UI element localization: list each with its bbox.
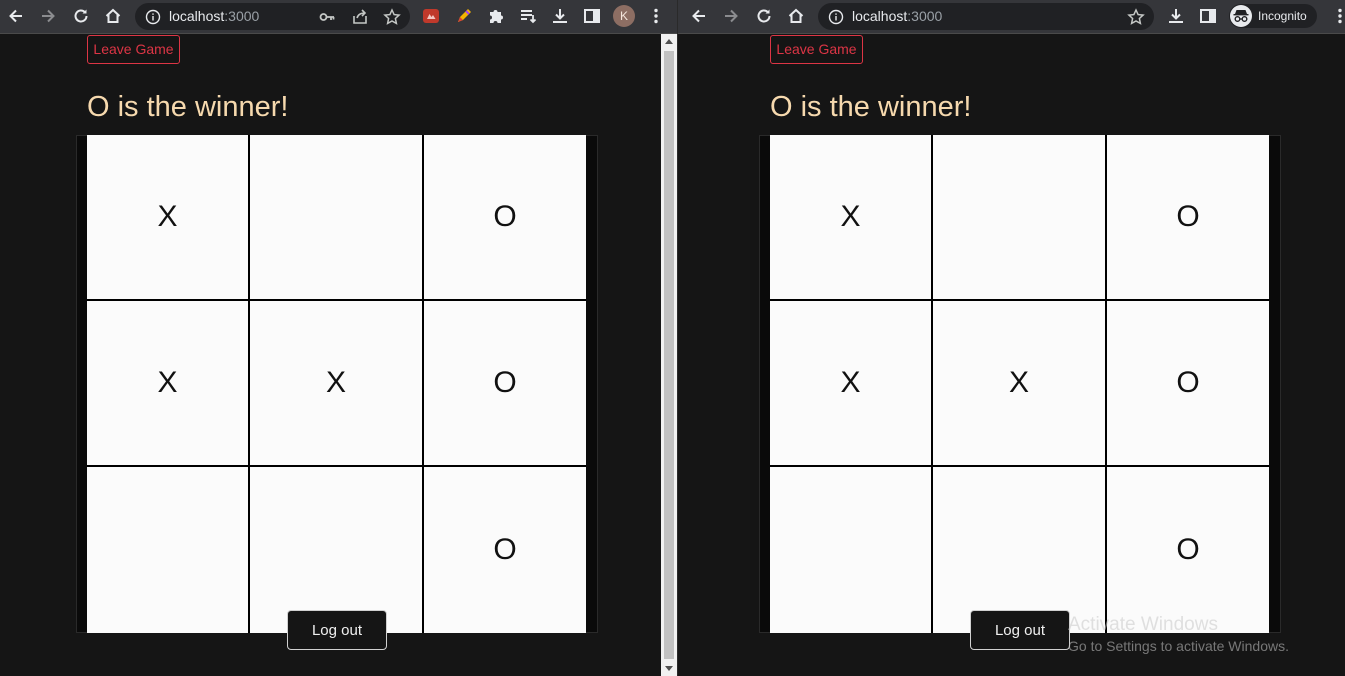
board-cell[interactable]: X (87, 135, 250, 301)
leave-game-button[interactable]: Leave Game (770, 35, 863, 64)
reload-icon[interactable] (71, 6, 91, 26)
board-cell[interactable] (770, 467, 933, 633)
home-icon[interactable] (103, 6, 123, 26)
browser-window-right: localhost:3000 Incognito Leave Game O is… (678, 0, 1345, 676)
share-icon[interactable] (351, 8, 369, 26)
url-port: :3000 (224, 8, 260, 24)
back-icon[interactable] (689, 6, 709, 26)
browser-toolbar: localhost:3000 K (0, 0, 677, 34)
menu-kebab-icon[interactable] (646, 6, 666, 26)
board-cell[interactable]: O (1107, 301, 1269, 467)
browser-toolbar: localhost:3000 Incognito (678, 0, 1345, 34)
board-cell[interactable]: O (1107, 467, 1269, 633)
watermark-subtitle: Go to Settings to activate Windows. (1068, 638, 1289, 654)
key-icon[interactable] (318, 8, 336, 26)
address-url: localhost:3000 (169, 9, 259, 24)
profile-avatar[interactable]: K (613, 5, 635, 27)
watermark-title: Activate Windows (1068, 614, 1218, 635)
forward-icon[interactable] (38, 6, 58, 26)
back-icon[interactable] (6, 6, 26, 26)
download-icon[interactable] (1166, 6, 1186, 26)
logout-button[interactable]: Log out (287, 610, 387, 650)
download-icon[interactable] (550, 6, 570, 26)
extension-pen-icon[interactable] (454, 6, 474, 26)
board-cell[interactable] (250, 467, 424, 633)
incognito-indicator[interactable]: Incognito (1229, 4, 1317, 28)
board-cell[interactable]: X (933, 301, 1107, 467)
incognito-label: Incognito (1258, 9, 1307, 23)
forward-icon[interactable] (721, 6, 741, 26)
vertical-scrollbar[interactable] (661, 34, 677, 676)
side-panel-icon[interactable] (1198, 6, 1218, 26)
logout-button[interactable]: Log out (970, 610, 1070, 650)
board-cell[interactable] (933, 467, 1107, 633)
url-host: localhost (169, 8, 225, 24)
game-status: O is the winner! (770, 91, 972, 123)
board-cell[interactable]: X (770, 301, 933, 467)
scroll-down-arrow-icon[interactable] (665, 666, 673, 671)
bookmark-star-icon[interactable] (383, 8, 401, 26)
board-cell[interactable]: X (250, 301, 424, 467)
reload-icon[interactable] (754, 6, 774, 26)
game-board: X O X X O O (87, 135, 586, 633)
address-bar[interactable]: localhost:3000 (135, 3, 410, 30)
game-status: O is the winner! (87, 91, 289, 123)
board-cell[interactable] (933, 135, 1107, 301)
url-host: localhost (852, 8, 908, 24)
page-content: Leave Game O is the winner! X O X X O O … (0, 34, 677, 676)
board-cell[interactable]: O (424, 467, 586, 633)
home-icon[interactable] (786, 6, 806, 26)
url-port: :3000 (907, 8, 943, 24)
activate-windows-watermark: Activate Windows Go to Settings to activ… (1068, 614, 1289, 655)
address-bar[interactable]: localhost:3000 (818, 3, 1154, 30)
board-cell[interactable]: O (1107, 135, 1269, 301)
game-board: X O X X O O (770, 135, 1269, 633)
board-cell[interactable]: X (87, 301, 250, 467)
page-content: Leave Game O is the winner! X O X X O O … (678, 34, 1345, 676)
bookmark-star-icon[interactable] (1127, 8, 1145, 26)
incognito-icon (1230, 5, 1252, 27)
browser-window-left: localhost:3000 K Leave Game O is the win… (0, 0, 677, 676)
board-cell[interactable]: X (770, 135, 933, 301)
board-cell[interactable] (87, 467, 250, 633)
address-url: localhost:3000 (852, 9, 942, 24)
board-cell[interactable] (250, 135, 424, 301)
leave-game-button[interactable]: Leave Game (87, 35, 180, 64)
side-panel-icon[interactable] (582, 6, 602, 26)
info-icon[interactable] (145, 9, 161, 25)
scroll-up-arrow-icon[interactable] (665, 39, 673, 44)
board-cell[interactable]: O (424, 301, 586, 467)
extension-red-icon[interactable] (421, 6, 441, 26)
scroll-thumb[interactable] (664, 51, 674, 659)
puzzle-extensions-icon[interactable] (486, 6, 506, 26)
reading-list-icon[interactable] (518, 6, 538, 26)
menu-kebab-icon[interactable] (1330, 6, 1345, 26)
info-icon[interactable] (828, 9, 844, 25)
board-cell[interactable]: O (424, 135, 586, 301)
